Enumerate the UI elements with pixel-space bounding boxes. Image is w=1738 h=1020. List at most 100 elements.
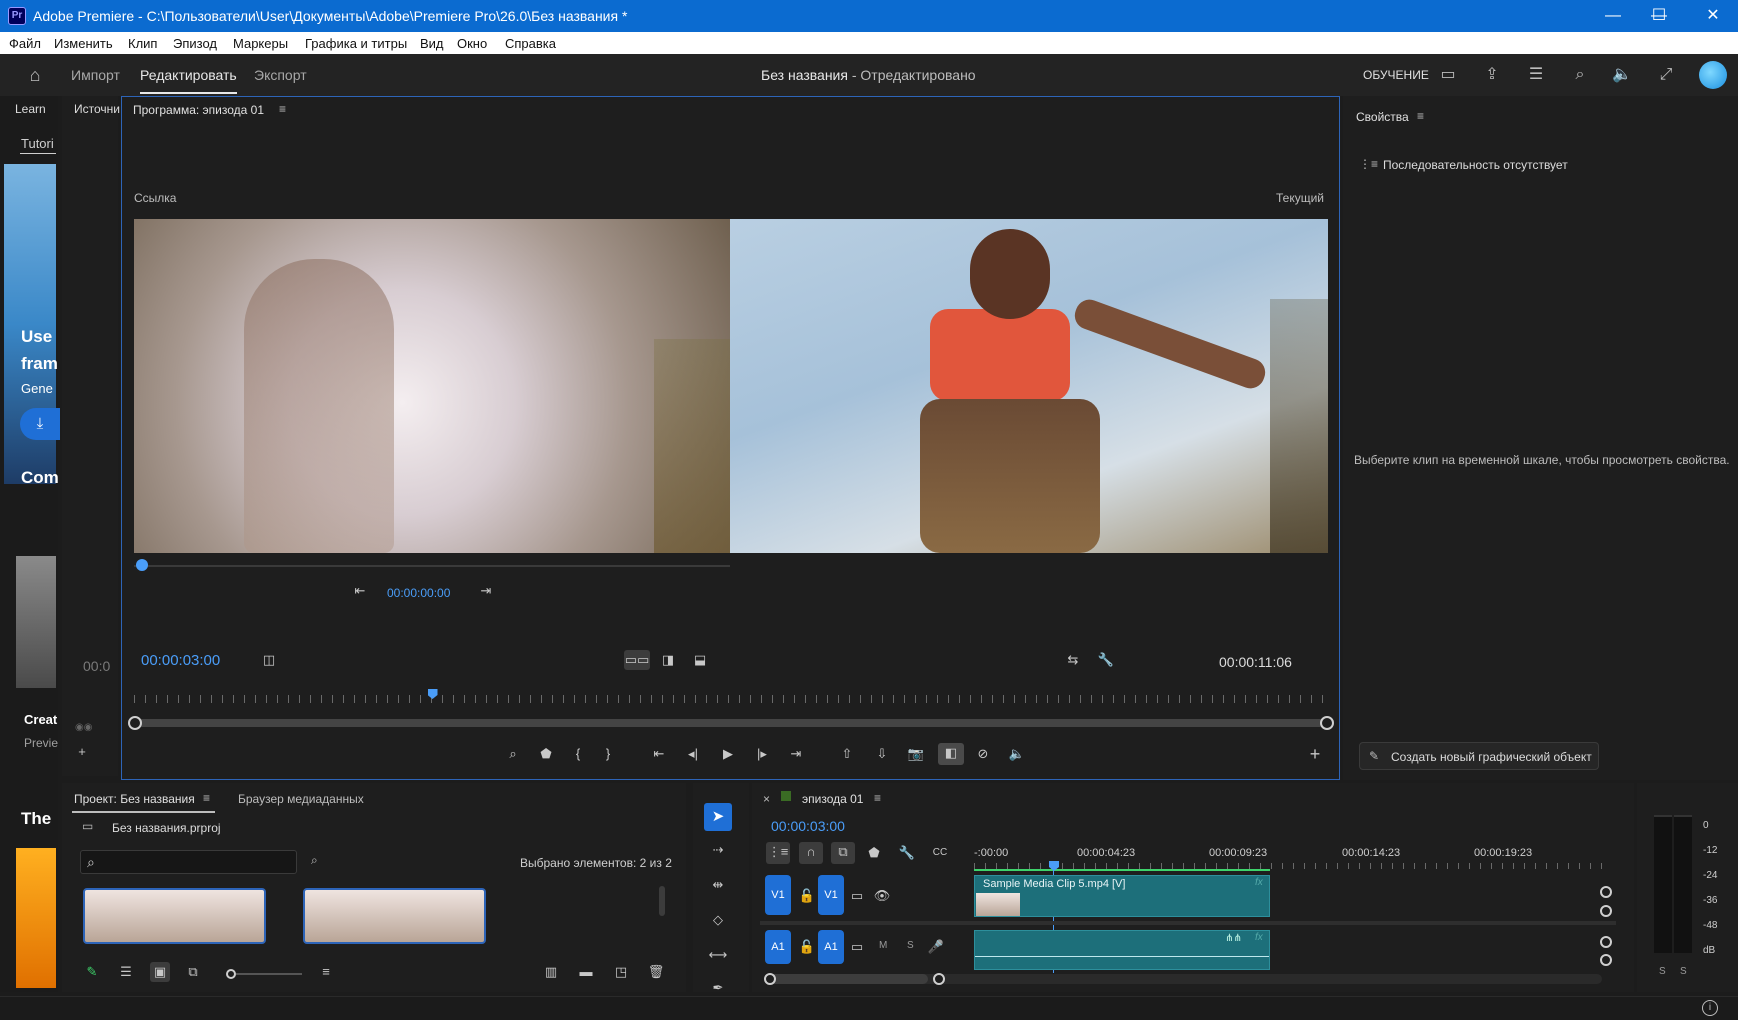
project-menu-icon[interactable]: ≡ <box>203 791 210 805</box>
pencil-icon[interactable]: ✎ <box>82 962 102 982</box>
menu-help[interactable]: Справка <box>505 36 556 51</box>
zoom-slider-handle[interactable] <box>226 969 236 979</box>
vertical-split-icon[interactable]: ◨ <box>658 650 678 670</box>
work-area-bar[interactable] <box>974 869 1270 871</box>
v-scroll-handle-top[interactable] <box>1600 886 1612 898</box>
workspaces-icon[interactable]: ☰ <box>1525 64 1547 86</box>
find-icon[interactable]: ⌕ <box>311 853 318 868</box>
timeline-zoom-right[interactable] <box>933 973 945 985</box>
home-icon[interactable]: ⌂ <box>24 64 46 86</box>
menu-graphics[interactable]: Графика и титры <box>305 36 407 51</box>
timeline-menu-icon[interactable]: ≡ <box>874 791 881 805</box>
create-graphic-button[interactable]: ✎ Создать новый графический объект <box>1359 742 1599 770</box>
automate-icon[interactable]: ▥ <box>541 962 561 982</box>
avatar[interactable] <box>1699 61 1727 89</box>
v1-lock-icon[interactable]: 🔓 <box>797 886 817 906</box>
mark-out-icon[interactable]: } <box>598 744 618 764</box>
v-scroll-handle-bottom[interactable] <box>1600 905 1612 917</box>
captions-icon[interactable]: CC <box>930 843 950 863</box>
search-help-icon[interactable]: ⌕ <box>1569 64 1591 86</box>
a1-lock-icon[interactable]: 🔓 <box>797 937 817 957</box>
a1-voiceover-icon[interactable]: 🎤 <box>926 937 946 957</box>
linked-selection-icon[interactable]: ⧉ <box>831 842 855 864</box>
a1-track-target[interactable]: A1 <box>818 930 844 964</box>
compare-toggle-icon[interactable]: ◫ <box>259 650 279 670</box>
panel-layout-icon[interactable]: ▭ <box>1437 64 1459 86</box>
v1-sync-icon[interactable]: ▭ <box>847 886 867 906</box>
mark-in-icon[interactable]: { <box>568 744 588 764</box>
step-forward-icon[interactable]: |▸ <box>752 744 772 764</box>
zoom-slider[interactable] <box>236 973 302 975</box>
ref-timecode[interactable]: 00:00:00:00 <box>387 586 450 600</box>
a-scroll-handle-bottom[interactable] <box>1600 954 1612 966</box>
sort-icon[interactable]: ≡ <box>316 962 336 982</box>
project-scrollbar[interactable] <box>659 886 665 916</box>
menu-file[interactable]: Файл <box>9 36 41 51</box>
razor-icon[interactable]: ◇ <box>708 910 728 930</box>
settings-wrench-icon[interactable]: 🔧 <box>1096 650 1116 670</box>
swap-icon[interactable]: ⇆ <box>1063 650 1083 670</box>
tab-import[interactable]: Импорт <box>71 67 120 83</box>
go-to-out-icon[interactable]: ⇥ <box>786 744 806 764</box>
share-icon[interactable]: ⇪ <box>1481 64 1503 86</box>
pen-icon[interactable]: ✒ <box>708 978 728 998</box>
a1-sync-icon[interactable]: ▭ <box>847 937 867 957</box>
list-view-icon[interactable]: ☰ <box>116 962 136 982</box>
properties-menu-icon[interactable]: ≡ <box>1417 109 1424 123</box>
project-item-1[interactable] <box>83 888 266 944</box>
video-clip[interactable]: Sample Media Clip 5.mp4 [V] fx <box>974 875 1270 917</box>
tab-edit[interactable]: Редактировать <box>140 67 237 83</box>
comparison-view-icon[interactable]: ◧ <box>938 743 964 765</box>
step-back-icon[interactable]: ◂| <box>683 744 703 764</box>
tab-learn[interactable]: Learn <box>15 102 46 116</box>
icon-view-icon[interactable]: ▣ <box>150 962 170 982</box>
timeline-marker-icon[interactable]: ⬟ <box>864 843 884 863</box>
extract-icon[interactable]: ⇩ <box>872 744 892 764</box>
delete-icon[interactable]: 🗑 <box>646 962 666 982</box>
a1-solo-button[interactable]: S <box>907 940 914 951</box>
program-zoom-bar[interactable] <box>134 719 1328 727</box>
lift-icon[interactable]: ⇧ <box>837 744 857 764</box>
close-sequence-icon[interactable]: × <box>763 792 770 806</box>
volume-icon[interactable]: 🔈 <box>1611 64 1633 86</box>
new-item-icon[interactable]: ◳ <box>611 962 631 982</box>
play-icon[interactable]: ▶ <box>718 744 738 764</box>
go-to-in-icon[interactable]: ⇤ <box>649 744 669 764</box>
tab-program[interactable]: Программа: эпизода 01 <box>133 103 264 117</box>
horizontal-split-icon[interactable]: ⬓ <box>690 650 710 670</box>
tab-source[interactable]: Источни <box>74 102 120 116</box>
freeform-view-icon[interactable]: ⧉ <box>183 962 203 982</box>
slip-icon[interactable]: ⟷ <box>708 945 728 965</box>
source-scroll-icon[interactable]: ◉◉ <box>75 722 103 735</box>
new-bin-icon[interactable]: ▬ <box>576 962 596 982</box>
menu-sequence[interactable]: Эпизод <box>173 36 217 51</box>
export-frame-icon[interactable]: 📷 <box>906 744 926 764</box>
tab-tutorials[interactable]: Tutori <box>21 136 54 151</box>
zoom-left-handle[interactable] <box>128 716 142 730</box>
project-search-input[interactable]: ⌕ <box>80 850 297 874</box>
solo-right-button[interactable]: S <box>1680 966 1687 977</box>
snap-icon[interactable]: ∩ <box>799 842 823 864</box>
timeline-zoom-range[interactable] <box>764 974 928 984</box>
filter-icon[interactable]: ⌕ <box>503 744 523 764</box>
reference-scrubber-handle[interactable] <box>136 559 148 571</box>
promo-banner[interactable]: Use fram Gene ⤓ <box>4 164 60 484</box>
menu-edit[interactable]: Изменить <box>54 36 113 51</box>
v1-source-patch[interactable]: V1 <box>765 875 791 915</box>
source-add-icon[interactable]: + <box>72 742 92 762</box>
program-menu-icon[interactable]: ≡ <box>279 102 286 116</box>
menu-markers[interactable]: Маркеры <box>233 36 288 51</box>
selection-tool-icon[interactable]: ➤ <box>704 803 732 831</box>
minimize-button-2[interactable]: — <box>1590 0 1636 32</box>
tab-export[interactable]: Экспорт <box>254 67 307 83</box>
solo-left-button[interactable]: S <box>1659 966 1666 977</box>
menu-clip[interactable]: Клип <box>128 36 157 51</box>
add-button-icon[interactable]: + <box>1305 744 1325 764</box>
timeline-settings-icon[interactable]: 🔧 <box>897 843 917 863</box>
add-marker-icon[interactable]: ⬟ <box>536 744 556 764</box>
track-select-icon[interactable]: ⇢ <box>708 840 728 860</box>
ripple-edit-icon[interactable]: ⇹ <box>708 875 728 895</box>
v1-eye-icon[interactable]: 👁 <box>872 886 892 906</box>
learn-button[interactable]: ОБУЧЕНИЕ <box>1363 68 1429 82</box>
the-card-thumb[interactable] <box>16 848 56 988</box>
